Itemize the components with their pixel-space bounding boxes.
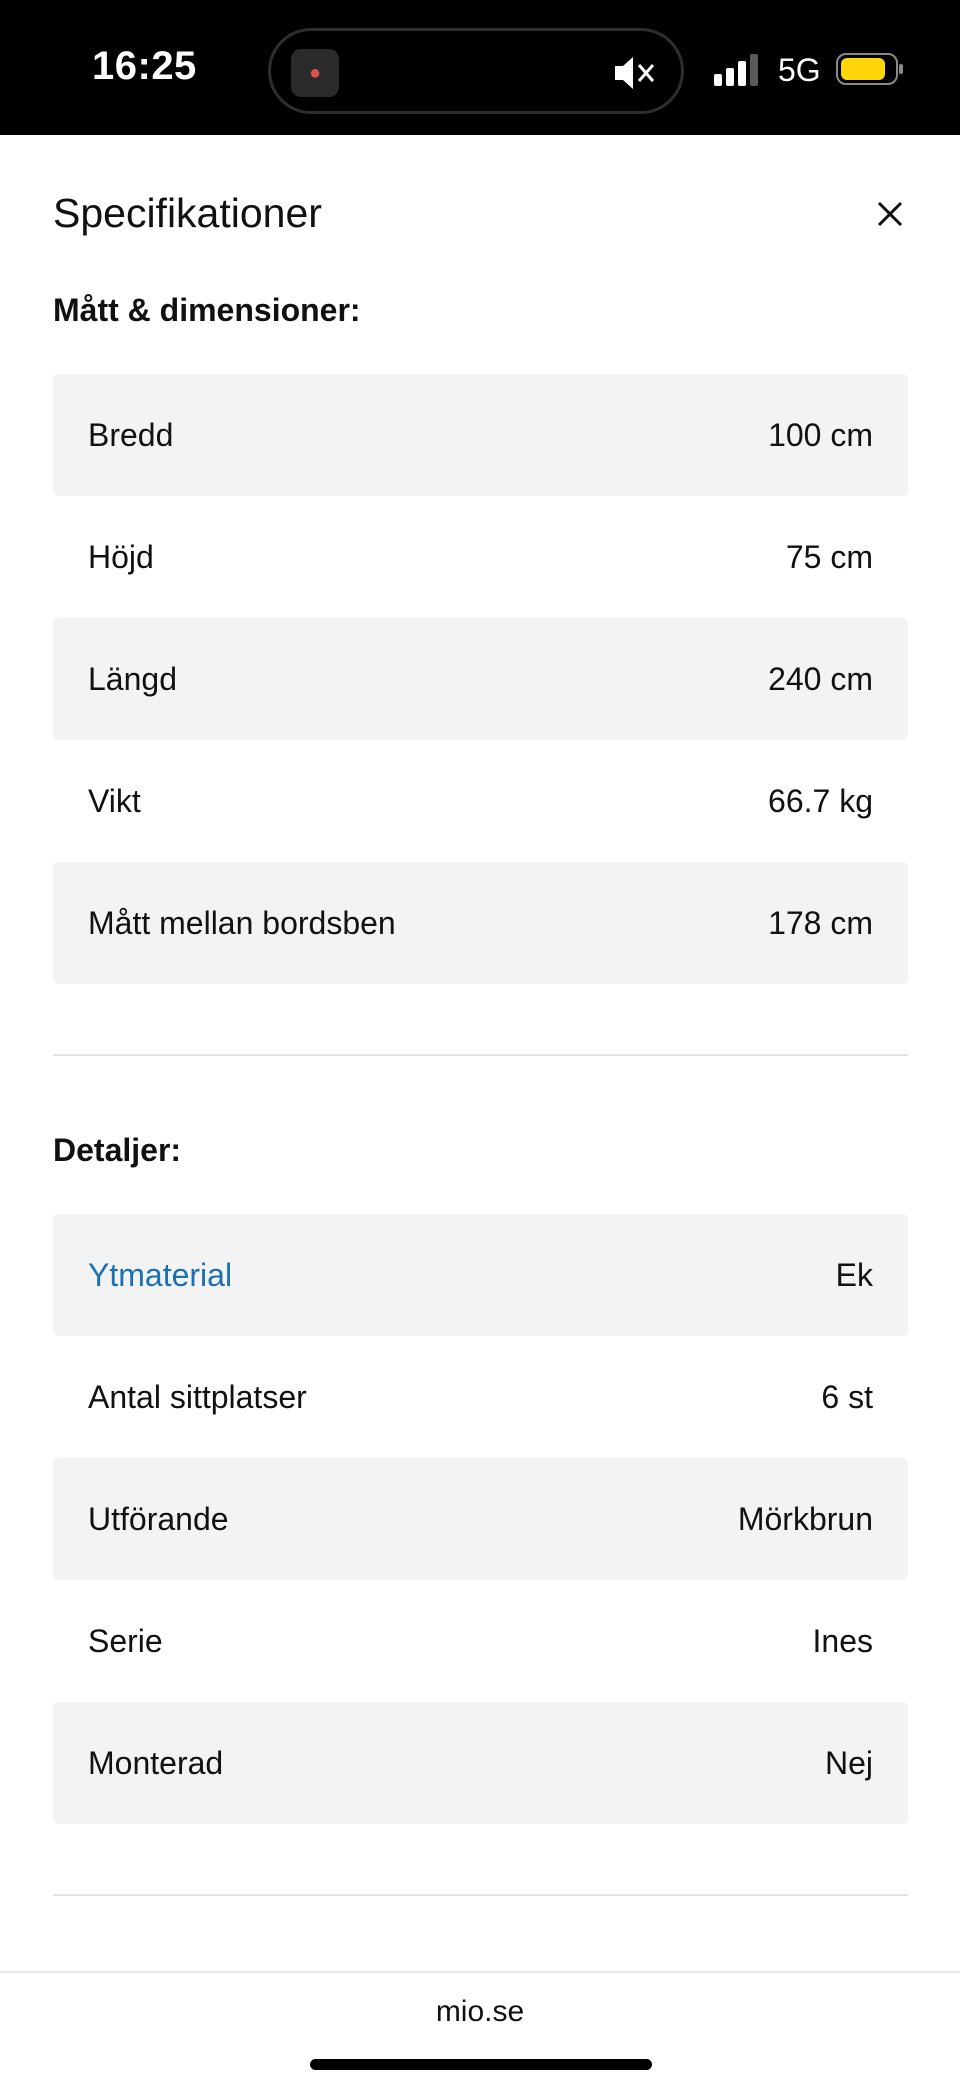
dimensions-table: Bredd 100 cm Höjd 75 cm Längd 240 cm Vik… bbox=[53, 374, 908, 984]
section-divider bbox=[53, 1054, 908, 1056]
spec-label: Monterad bbox=[88, 1744, 224, 1781]
status-time: 16:25 bbox=[92, 44, 197, 88]
spec-row-utforande: Utförande Mörkbrun bbox=[53, 1458, 908, 1580]
spec-label: Antal sittplatser bbox=[88, 1378, 307, 1415]
spec-label: Vikt bbox=[88, 782, 141, 819]
spec-row-monterad: Monterad Nej bbox=[53, 1702, 908, 1824]
spec-row-hojd: Höjd 75 cm bbox=[53, 496, 908, 618]
spec-row-matt-mellan-bordsben: Mått mellan bordsben 178 cm bbox=[53, 862, 908, 984]
details-heading: Detaljer: bbox=[53, 1132, 182, 1168]
spec-value: 240 cm bbox=[768, 660, 873, 697]
ytmaterial-link[interactable]: Ytmaterial bbox=[88, 1257, 232, 1294]
close-icon bbox=[877, 201, 903, 227]
spec-row-bredd: Bredd 100 cm bbox=[53, 374, 908, 496]
spec-value: Nej bbox=[824, 1744, 873, 1781]
spec-value: 75 cm bbox=[785, 538, 873, 575]
spec-row-serie: Serie Ines bbox=[53, 1580, 908, 1702]
battery-icon bbox=[836, 53, 903, 85]
section-divider bbox=[53, 1894, 908, 1896]
spec-label: Längd bbox=[88, 660, 177, 697]
spec-value: 66.7 kg bbox=[768, 782, 873, 819]
url-display[interactable]: mio.se bbox=[0, 1995, 960, 2029]
browser-bar: mio.se bbox=[0, 1971, 960, 2086]
spec-value: Mörkbrun bbox=[737, 1500, 873, 1537]
spec-value: Ek bbox=[835, 1256, 873, 1293]
spec-label: Bredd bbox=[88, 416, 174, 453]
dimensions-heading: Mått & dimensioner: bbox=[53, 292, 361, 328]
close-button[interactable] bbox=[866, 190, 914, 238]
network-type: 5G bbox=[778, 52, 821, 88]
dynamic-island[interactable]: ● bbox=[268, 28, 684, 114]
spec-label: Höjd bbox=[88, 538, 154, 575]
spec-row-vikt: Vikt 66.7 kg bbox=[53, 740, 908, 862]
status-bar: 16:25 ● 5G bbox=[0, 0, 960, 135]
spec-row-ytmaterial: Ytmaterial Ek bbox=[53, 1214, 908, 1336]
page-title: Specifikationer bbox=[53, 190, 322, 236]
spec-value: 6 st bbox=[821, 1378, 873, 1415]
app-activity-icon: ● bbox=[291, 49, 339, 97]
mute-icon bbox=[615, 57, 655, 89]
spec-label: Utförande bbox=[88, 1500, 229, 1537]
spec-row-langd: Längd 240 cm bbox=[53, 618, 908, 740]
cellular-signal-icon bbox=[714, 54, 758, 86]
home-indicator[interactable] bbox=[310, 2059, 652, 2070]
spec-row-antal-sittplatser: Antal sittplatser 6 st bbox=[53, 1336, 908, 1458]
spec-label: Serie bbox=[88, 1622, 163, 1659]
spec-value: 100 cm bbox=[768, 416, 873, 453]
spec-value: Ines bbox=[812, 1622, 873, 1659]
details-table: Ytmaterial Ek Antal sittplatser 6 st Utf… bbox=[53, 1214, 908, 1824]
spec-label: Mått mellan bordsben bbox=[88, 904, 396, 941]
spec-value: 178 cm bbox=[768, 904, 873, 941]
